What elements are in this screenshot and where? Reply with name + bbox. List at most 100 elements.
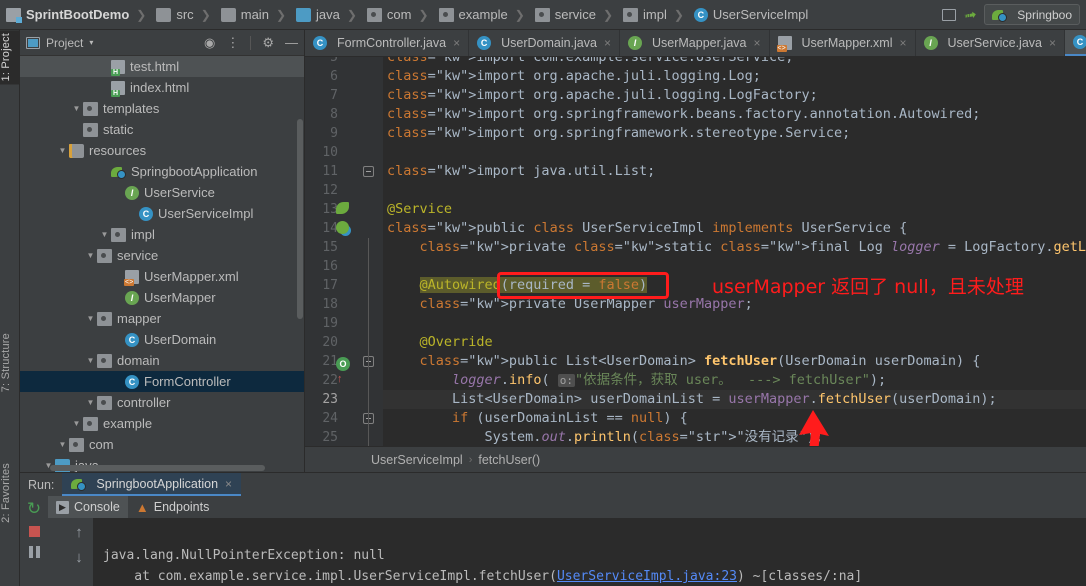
gutter-line[interactable]: 10 [305,143,383,162]
tool-button-favorites[interactable]: 2: Favorites [0,460,20,526]
tool-button-project[interactable]: 1: Project [0,30,20,85]
gutter-line[interactable]: 25 [305,428,383,446]
editor-tab-usermapper-xml[interactable]: UserMapper.xml × [770,30,916,56]
editor-code-area[interactable]: class="kw">import com.example.service.Us… [383,57,1086,445]
breadcrumb-java[interactable]: java [290,7,343,22]
tree-item-static[interactable]: ▼static [20,119,304,140]
gear-icon[interactable]: ⚙ [262,35,274,51]
tree-item-domain[interactable]: ▼ domain [20,350,304,371]
tree-item-example[interactable]: ▼ example [20,413,304,434]
close-icon[interactable]: × [1049,36,1056,50]
project-tree-horizontal-scrollbar[interactable] [50,465,265,471]
code-line-5[interactable]: class="kw">import com.example.service.Us… [383,57,1086,67]
close-icon[interactable]: × [604,36,611,50]
tree-item-controller[interactable]: ▼ controller [20,392,304,413]
code-line-24[interactable]: if (userDomainList == null) { [383,409,1086,428]
gutter-line[interactable]: 13 [305,200,383,219]
collapse-all-icon[interactable]: ⋮ [226,35,239,51]
breadcrumb-class[interactable]: UserServiceImpl [371,453,463,467]
tree-expand-arrow-icon[interactable]: ▼ [70,419,83,428]
editor-tab-formcontroller-java[interactable]: C FormController.java × [305,30,470,56]
breadcrumb-service[interactable]: service [529,7,599,22]
tree-item-templates[interactable]: ▼ templates [20,98,304,119]
tree-item-formcontroller[interactable]: ▼CFormController [20,371,304,392]
close-icon[interactable]: × [453,36,460,50]
code-fold-toggle-icon[interactable] [363,166,374,177]
code-line-14[interactable]: class="kw">public class UserServiceImpl … [383,219,1086,238]
stacktrace-link[interactable]: UserServiceImpl.java:23 [557,569,737,584]
gutter-line[interactable]: 16 [305,257,383,276]
gutter-line[interactable]: 7 [305,86,383,105]
tree-expand-arrow-icon[interactable]: ▼ [84,251,97,260]
breadcrumb-com[interactable]: com [361,7,415,22]
gutter-line[interactable]: 15 [305,238,383,257]
gutter-line[interactable]: 14 [305,219,383,238]
tree-expand-arrow-icon[interactable]: ▼ [84,314,97,323]
tree-expand-arrow-icon[interactable]: ▼ [56,440,69,449]
tab-console[interactable]: ▶ Console [48,496,128,518]
breadcrumb-project[interactable]: SprintBootDemo [0,7,132,23]
editor-tab-usermapper-java[interactable]: I UserMapper.java × [620,30,770,56]
editor-gutter[interactable]: 5 6 7 8 9 10 11 12 13 14 15 16 17 18 19 20 21 O↑ 22 23 24 25 [305,57,383,446]
code-line-13[interactable]: @Service [383,200,1086,219]
gutter-line[interactable]: 11 [305,162,383,181]
build-wrench-icon[interactable]: ➟ [962,5,977,25]
tab-endpoints[interactable]: ▲ Endpoints [128,496,217,518]
code-line-23[interactable]: List<UserDomain> userDomainList = userMa… [383,390,1086,409]
breadcrumb-userserviceimpl[interactable]: C UserServiceImpl [688,7,811,22]
tree-expand-arrow-icon[interactable]: ▼ [56,146,69,155]
tree-item-userserviceimpl[interactable]: ▼CUserServiceImpl [20,203,304,224]
code-line-22[interactable]: logger.info( o: "依据条件，获取 user。 ---> fetch… [383,371,1086,390]
tree-expand-arrow-icon[interactable]: ▼ [70,104,83,113]
code-line-10[interactable] [383,143,1086,162]
gutter-line[interactable]: 17 [305,276,383,295]
code-line-21[interactable]: class="kw">public List<UserDomain> fetch… [383,352,1086,371]
editor-tab-userdomain-java[interactable]: C UserDomain.java × [469,30,620,56]
breadcrumb-main[interactable]: main [215,7,272,22]
gutter-line[interactable]: 6 [305,67,383,86]
tree-item-usermapper[interactable]: ▼IUserMapper [20,287,304,308]
tree-expand-arrow-icon[interactable]: ▼ [98,230,111,239]
breadcrumb-impl[interactable]: impl [617,7,670,22]
gutter-line[interactable]: 8 [305,105,383,124]
code-line-25[interactable]: System.out.println(class="str">"没有记录"); [383,428,1086,446]
code-line-15[interactable]: class="kw">private class="kw">static cla… [383,238,1086,257]
gutter-line[interactable]: 21 O↑ [305,352,383,385]
hide-panel-icon[interactable]: — [285,35,298,50]
down-arrow-icon[interactable]: ↓ [75,549,83,566]
chevron-down-icon[interactable]: ▾ [89,38,93,47]
implementing-method-icon[interactable]: O↑ [336,354,350,385]
tree-item-com[interactable]: ▼ com [20,434,304,455]
restore-layout-icon[interactable] [941,8,956,21]
tree-expand-arrow-icon[interactable]: ▼ [84,398,97,407]
stop-icon[interactable] [28,526,40,537]
up-arrow-icon[interactable]: ↑ [75,524,83,541]
pause-icon[interactable] [28,546,40,558]
rerun-icon[interactable]: ↻ [27,500,41,517]
tree-expand-arrow-icon[interactable]: ▼ [84,356,97,365]
gutter-line[interactable]: 9 [305,124,383,143]
gutter-line[interactable]: 23 [305,390,383,409]
code-line-9[interactable]: class="kw">import org.springframework.st… [383,124,1086,143]
run-config-tab[interactable]: SpringbootApplication × [62,473,242,496]
tree-item-test-html[interactable]: ▼test.html [20,56,304,77]
tree-item-resources[interactable]: ▼ resources [20,140,304,161]
tree-item-userdomain[interactable]: ▼CUserDomain [20,329,304,350]
gutter-line[interactable]: 20 [305,333,383,352]
tree-item-service[interactable]: ▼ service [20,245,304,266]
breadcrumb-method[interactable]: fetchUser() [478,453,540,467]
run-configuration-selector[interactable]: Springboo [984,4,1080,25]
gutter-line[interactable]: 5 [305,57,383,67]
console-output[interactable]: java.lang.NullPointerException: null at … [93,518,1086,586]
tree-item-mapper[interactable]: ▼ mapper [20,308,304,329]
code-line-6[interactable]: class="kw">import org.apache.juli.loggin… [383,67,1086,86]
close-icon[interactable]: × [753,36,760,50]
code-line-20[interactable]: @Override [383,333,1086,352]
gutter-line[interactable]: 24 [305,409,383,428]
spring-bean-icon[interactable] [336,202,349,214]
gutter-line[interactable]: 19 [305,314,383,333]
code-line-11[interactable]: class="kw">import java.util.List; [383,162,1086,181]
gutter-line[interactable]: 12 [305,181,383,200]
tool-button-structure[interactable]: 7: Structure [0,330,20,395]
breadcrumb-example[interactable]: example [433,7,511,22]
